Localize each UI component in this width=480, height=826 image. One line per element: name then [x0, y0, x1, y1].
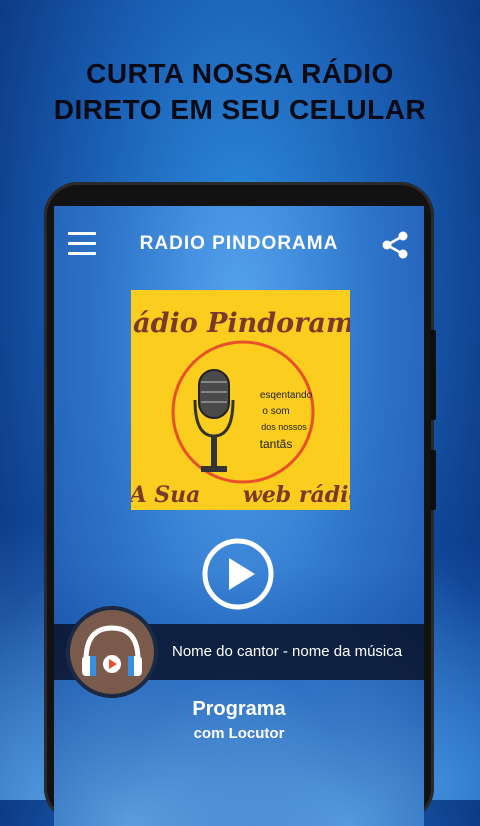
headphones-icon	[82, 625, 142, 676]
microphone-icon	[193, 369, 235, 472]
phone-frame: RADIO PINDORAMA Rádio Pindorama	[44, 182, 436, 826]
logo-tagline-4: tantãs	[260, 437, 293, 451]
station-logo: Rádio Pindorama esqentando o som dos nos…	[109, 290, 372, 510]
promo-line-1: CURTA NOSSA RÁDIO	[86, 58, 394, 89]
app-screen: RADIO PINDORAMA Rádio Pindorama	[54, 206, 424, 826]
logo-tagline-1: esqentando	[260, 390, 313, 401]
promo-headline: CURTA NOSSA RÁDIO DIRETO EM SEU CELULAR	[0, 56, 480, 128]
promo-line-2: DIRETO EM SEU CELULAR	[53, 94, 427, 125]
station-logo-art: Rádio Pindorama esqentando o som dos nos…	[109, 308, 372, 508]
logo-tagline-3: dos nossos	[261, 422, 307, 432]
track-info: Nome do cantor - nome da música	[172, 643, 403, 660]
phone-side-button	[430, 450, 436, 510]
program-host: com Locutor	[193, 725, 285, 742]
logo-tagline-2: o som	[262, 406, 289, 417]
program-name: Programa	[192, 698, 286, 720]
program-avatar	[66, 606, 158, 698]
app-title: RADIO PINDORAMA	[139, 233, 339, 254]
play-icon	[229, 558, 255, 590]
logo-title: Rádio Pindorama	[131, 308, 350, 339]
share-icon[interactable]	[380, 230, 410, 260]
program-info: Programa com Locutor	[54, 698, 424, 742]
play-button[interactable]	[200, 536, 276, 612]
phone-side-button	[430, 330, 436, 420]
menu-icon[interactable]	[68, 232, 96, 256]
app-bar: RADIO PINDORAMA	[54, 206, 424, 282]
logo-right-bottom: web rádio	[243, 482, 350, 508]
logo-left-bottom: A Sua	[131, 482, 200, 508]
